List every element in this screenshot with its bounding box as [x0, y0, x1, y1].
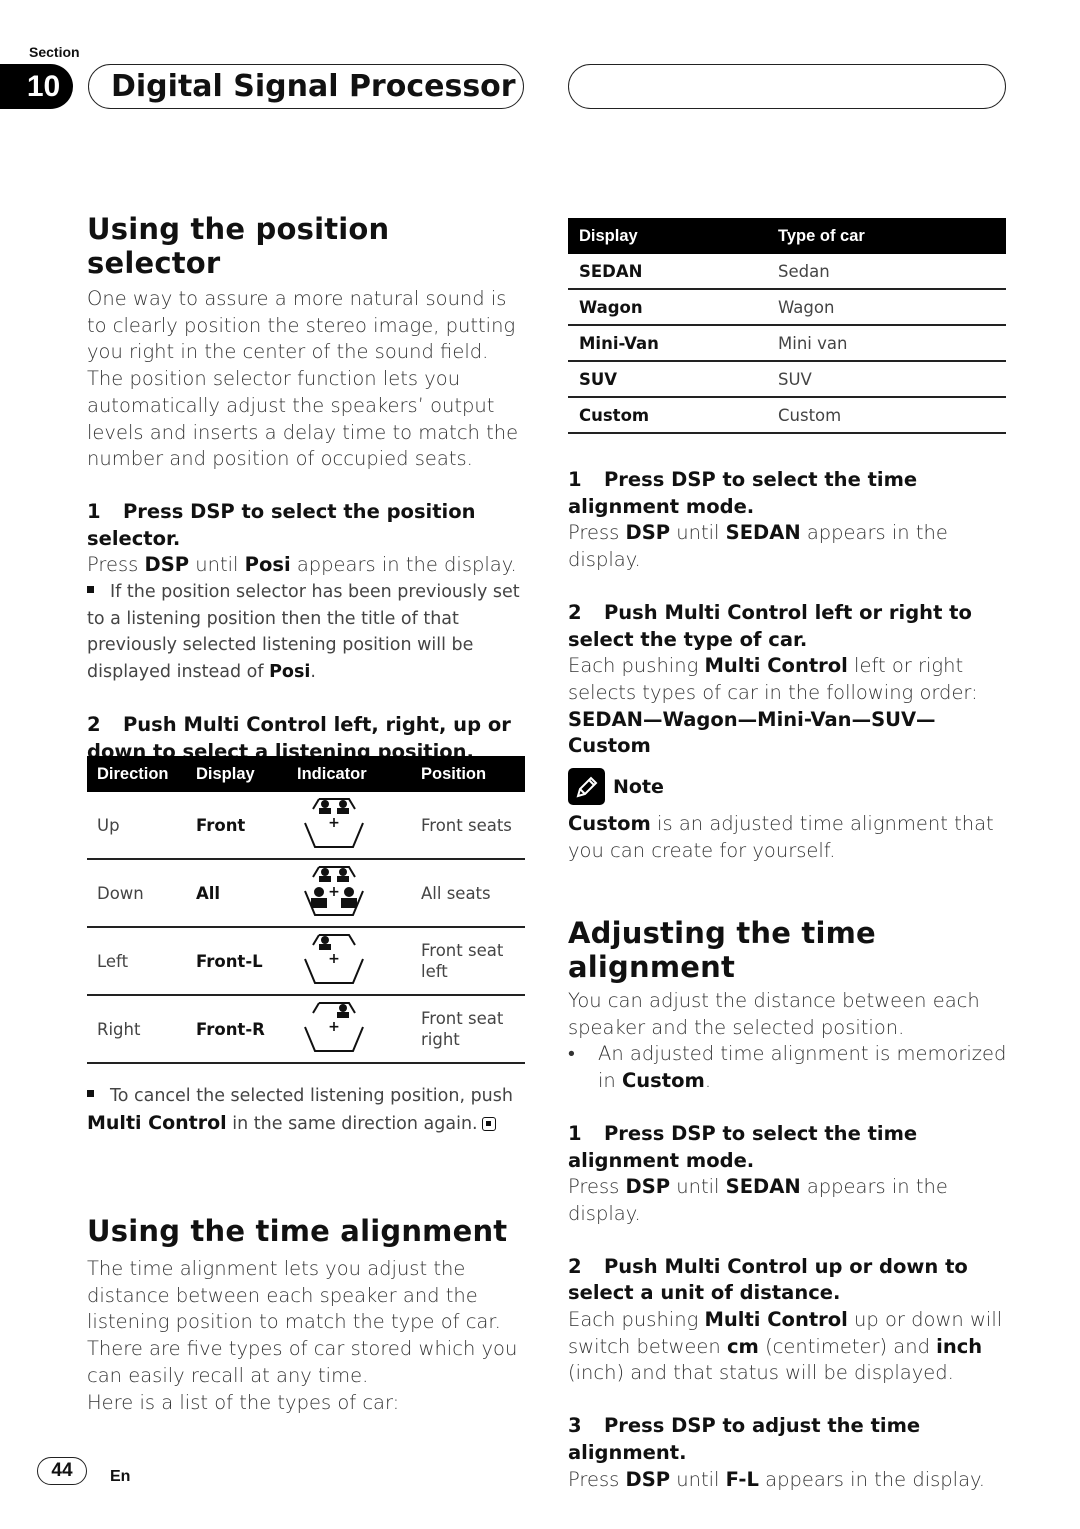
cell-direction: Down [87, 859, 186, 928]
position-selector-section: Using the position selector One way to a… [87, 212, 527, 765]
adjusting-bullet: • An adjusted time alignment is memorized… [568, 1042, 1007, 1093]
adj-step-2-heading: 2 Push Multi Control up or down to select… [568, 1254, 968, 1305]
col-display: Display [568, 218, 767, 254]
cell-indicator: + [287, 927, 411, 996]
adjusting-intro: You can adjust the distance between each… [568, 989, 980, 1039]
cell-display: Front-L [186, 927, 287, 996]
cell-display: All [186, 859, 287, 928]
ta-step-2-body: Each pushing Multi Control left or right… [568, 654, 978, 704]
page-number: 44 [37, 1457, 87, 1485]
cell-type: Sedan [767, 254, 1006, 290]
position-step-1-heading: 1 Press DSP to select the position select… [87, 499, 476, 550]
time-alignment-section: Using the time alignment The time alignm… [87, 1214, 527, 1416]
col-type: Type of car [767, 218, 1006, 254]
time-alignment-heading: Using the time alignment [87, 1214, 508, 1248]
chapter-title: Digital Signal Processor [88, 64, 524, 109]
cell-type: SUV [767, 361, 1006, 398]
adj-step-1-body: Press DSP until SEDAN appears in the dis… [568, 1175, 948, 1225]
header-blank-pill [568, 64, 1006, 109]
note-square-icon [87, 1089, 94, 1097]
time-alignment-steps: 1 Press DSP to select the time alignment … [568, 467, 1008, 760]
col-direction: Direction [87, 756, 186, 792]
cell-display: SUV [568, 361, 767, 398]
svg-text:+: + [328, 815, 340, 831]
car-type-table: Display Type of car SEDAN Sedan Wagon Wago… [568, 218, 1006, 434]
cell-position: Front seat left [411, 927, 525, 996]
cell-display: Mini-Van [568, 325, 767, 362]
note-square-icon [87, 585, 94, 593]
table-row: SUV SUV [568, 361, 1006, 398]
table-header-row: Display Type of car [568, 218, 1006, 254]
cell-position: Front seat right [411, 995, 525, 1064]
note-text: Custom is an adjusted time alignment tha… [568, 812, 994, 862]
all-seats-icon: + [304, 866, 364, 916]
time-alignment-list-intro: Here is a list of the types of car: [87, 1390, 400, 1414]
position-selector-intro: One way to assure a more natural sound i… [87, 287, 519, 471]
listening-position-table: Direction Display Indicator Position Up … [87, 756, 525, 1064]
position-step-1-body: Press DSP until Posi appears in the disp… [87, 553, 517, 577]
section-end-icon [481, 1116, 496, 1131]
cell-indicator: + [287, 792, 411, 860]
chapter-title-text: Digital Signal Processor [111, 69, 516, 104]
cell-display: Front-R [186, 995, 287, 1064]
table-row: Custom Custom [568, 397, 1006, 434]
ta-step-1-body: Press DSP until SEDAN appears in the dis… [568, 521, 948, 572]
table-row: Right Front-R + Front seat right [87, 995, 525, 1064]
position-selector-heading: Using the position selector [87, 212, 390, 280]
note-label: Note [613, 775, 664, 798]
cell-direction: Up [87, 792, 186, 860]
section-label: Section [29, 44, 80, 60]
note-header: Note [568, 768, 664, 805]
car-type-order: SEDAN—Wagon—Mini-Van—SUV—Custom [568, 707, 936, 758]
position-step-1-note: If the position selector has been previo… [87, 582, 520, 683]
col-position: Position [411, 756, 525, 792]
cell-indicator: + [287, 995, 411, 1064]
cell-display: SEDAN [568, 254, 767, 290]
cell-direction: Left [87, 927, 186, 996]
front-right-seat-icon: + [304, 1002, 364, 1052]
col-indicator: Indicator [287, 756, 411, 792]
cell-type: Wagon [767, 289, 1006, 326]
cell-position: Front seats [411, 792, 525, 860]
language-code: En [110, 1468, 131, 1485]
table-row: Left Front-L + Front seat left [87, 927, 525, 996]
cell-display: Custom [568, 397, 767, 434]
table-header-row: Direction Display Indicator Position [87, 756, 525, 792]
table-row: Up Front + Front seats [87, 792, 525, 860]
table-row: SEDAN Sedan [568, 254, 1006, 290]
cell-type: Custom [767, 397, 1006, 434]
col-display: Display [186, 756, 287, 792]
ta-step-2-heading: 2 Push Multi Control left or right to sel… [568, 600, 972, 651]
table-row: Wagon Wagon [568, 289, 1006, 326]
svg-text:+: + [328, 1019, 340, 1035]
cell-type: Mini van [767, 325, 1006, 362]
cell-display: Wagon [568, 289, 767, 326]
table-row: Mini-Van Mini van [568, 325, 1006, 362]
adj-step-3-heading: 3 Press DSP to adjust the time alignment. [568, 1414, 921, 1464]
front-seats-icon: + [304, 798, 364, 848]
adjusting-heading: Adjusting the time alignment [568, 916, 876, 984]
ta-step-1-heading: 1 Press DSP to select the time alignment … [568, 468, 918, 518]
cell-indicator: + [287, 859, 411, 928]
adj-step-3-body: Press DSP until F-L appears in the displ… [568, 1467, 985, 1491]
front-left-seat-icon: + [304, 934, 364, 984]
svg-text:+: + [328, 951, 340, 967]
cell-position: All seats [411, 859, 525, 928]
time-alignment-intro: The time alignment lets you adjust the d… [87, 1257, 518, 1387]
section-number: 10 [0, 64, 73, 109]
table-row: Down All + All seats [87, 859, 525, 928]
cell-direction: Right [87, 995, 186, 1064]
adj-step-2-body: Each pushing Multi Control up or down wi… [568, 1308, 1003, 1385]
adj-step-1-heading: 1 Press DSP to select the time alignment … [568, 1121, 918, 1172]
cell-display: Front [186, 792, 287, 860]
svg-text:+: + [328, 884, 340, 900]
cancel-note: To cancel the selected listening positio… [87, 1086, 513, 1134]
adjusting-section: Adjusting the time alignment You can adj… [568, 916, 1008, 1493]
pencil-note-icon [568, 768, 605, 805]
